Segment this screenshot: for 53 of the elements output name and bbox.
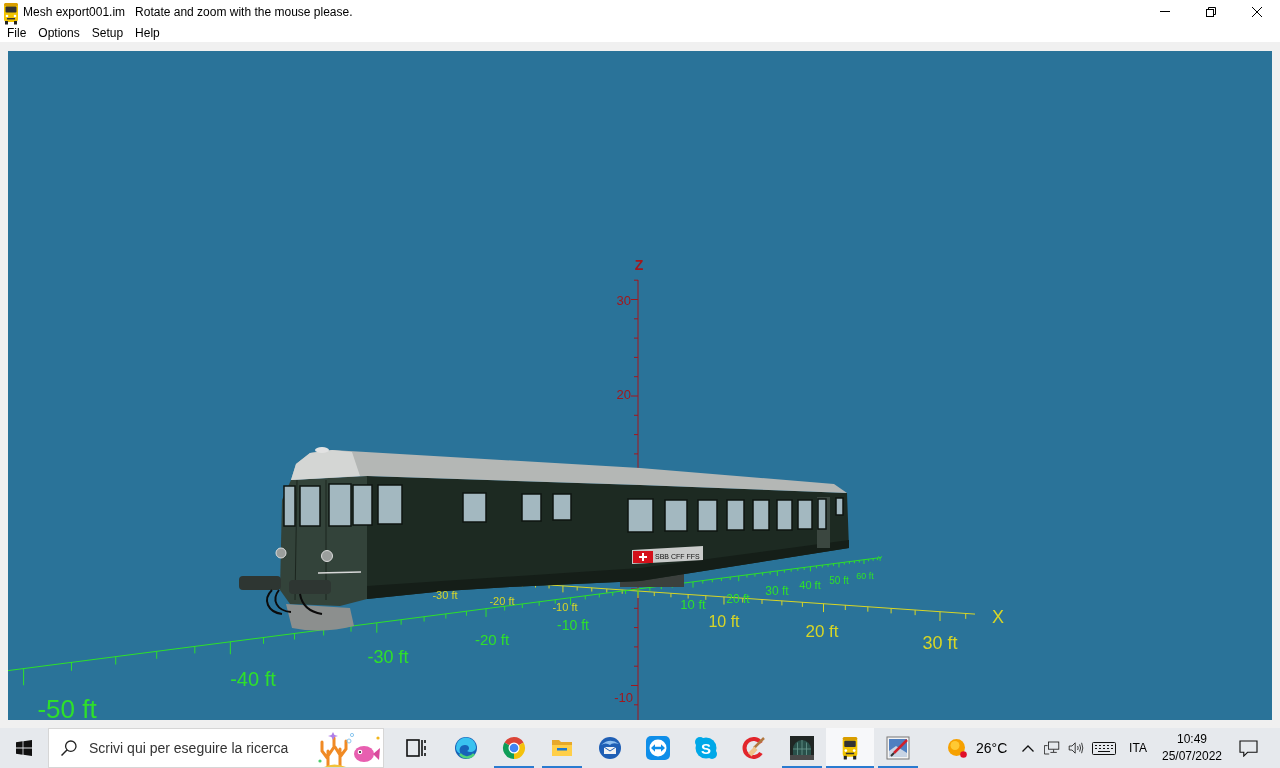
cross-logo-icon xyxy=(633,551,653,563)
dome-building-icon xyxy=(790,736,814,760)
tick-label: -20 ft xyxy=(474,631,510,648)
tick-label: -20 ft xyxy=(489,595,515,607)
window-title: Mesh export001.im xyxy=(23,4,126,19)
task-view-icon xyxy=(406,739,426,757)
keyboard-icon xyxy=(1092,741,1116,755)
clock-button[interactable]: 10:49 25/07/2022 xyxy=(1156,728,1228,768)
brush-icon xyxy=(742,736,766,760)
axis-title: Z xyxy=(634,257,644,273)
speaker-icon xyxy=(1068,740,1084,756)
tick-label: -30 ft xyxy=(432,589,458,601)
axis-title: X xyxy=(992,607,1004,627)
double-arrow-icon xyxy=(646,736,670,760)
tick-label: -50 ft xyxy=(37,694,97,720)
menu-item[interactable]: Help xyxy=(129,23,166,42)
menu-item[interactable]: Setup xyxy=(85,23,130,42)
tick-label: 20 ft xyxy=(805,622,839,641)
tick-label: 30 ft xyxy=(922,633,958,653)
tick-label: 40 ft xyxy=(799,579,821,591)
network-icon xyxy=(1044,740,1060,756)
close-icon xyxy=(1252,6,1262,17)
letter-bubble-icon: S xyxy=(694,736,718,760)
sun-icon xyxy=(948,738,967,758)
swirl-icon xyxy=(454,736,478,760)
language-button[interactable]: ITA xyxy=(1120,728,1156,768)
tick-label: 10 ft xyxy=(708,613,740,630)
picture-pen-icon xyxy=(886,736,910,760)
menu-item[interactable]: File xyxy=(1,23,33,42)
globe-icon xyxy=(598,736,622,760)
tick-label: -30 ft xyxy=(367,647,409,667)
tick-label: -10 ft xyxy=(557,617,589,633)
tick-label: -10 xyxy=(614,690,633,705)
menu-item[interactable]: Options xyxy=(32,23,86,42)
title-hint: Rotate and zoom with the mouse please. xyxy=(135,4,353,19)
tick-label: 30 ft xyxy=(765,584,789,598)
notification-icon xyxy=(1238,739,1258,757)
tick-label: 30 xyxy=(616,293,631,308)
tick-label: -10 ft xyxy=(552,601,578,613)
tick-label: 20 xyxy=(616,387,631,402)
tick-label: -40 ft xyxy=(230,668,276,690)
minimize-icon xyxy=(1160,11,1170,12)
restore-icon xyxy=(1206,6,1216,17)
tick-label: 60 ft xyxy=(856,571,874,581)
taskbar-button[interactable] xyxy=(826,728,874,768)
search-field[interactable]: Scrivi qui per eseguire la ricerca xyxy=(48,728,384,768)
weather-button[interactable]: 26°C xyxy=(940,728,1016,768)
four-panes-icon xyxy=(16,740,32,756)
tick-label: 10 ft xyxy=(680,597,706,612)
tick-label: 50 ft xyxy=(829,575,849,586)
segmented-ring-icon xyxy=(502,736,526,760)
chevron-up-icon xyxy=(1022,744,1034,752)
search-icon xyxy=(61,740,77,756)
